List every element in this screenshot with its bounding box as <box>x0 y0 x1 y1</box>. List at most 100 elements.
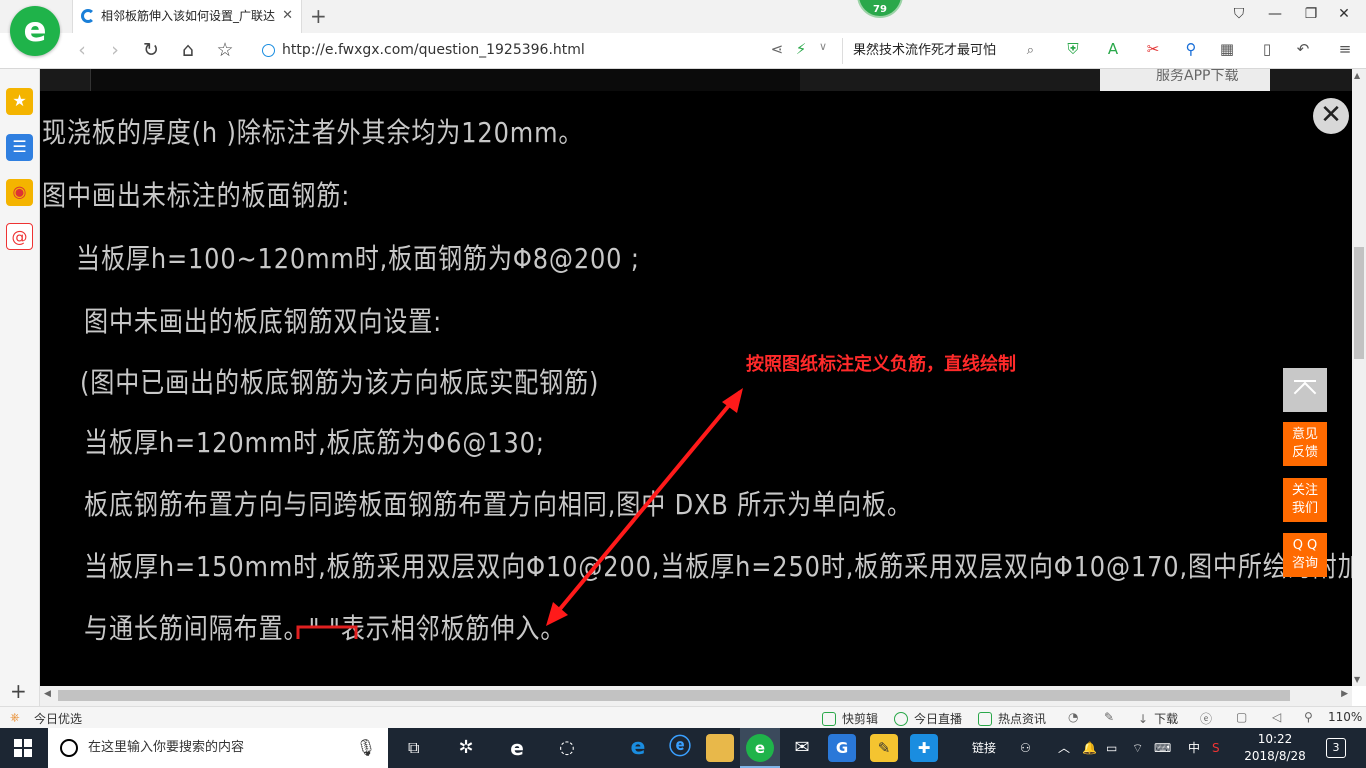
ie-mode-icon[interactable]: ⓔ <box>1200 710 1212 727</box>
clock-time: 10:22 <box>1257 732 1293 746</box>
video-icon <box>822 712 836 726</box>
spiral-app-icon[interactable]: ◌ <box>553 734 581 762</box>
translate-icon[interactable]: A <box>1102 40 1124 58</box>
window-icon[interactable]: ▢ <box>1236 710 1247 724</box>
notification-bell-icon[interactable]: 🔔 <box>1082 728 1097 768</box>
plus-app-icon[interactable]: ✚ <box>910 734 938 762</box>
minimize-button[interactable]: — <box>1263 6 1287 22</box>
start-windows-icon[interactable] <box>14 739 32 757</box>
active-browser-tab[interactable]: e <box>740 728 780 768</box>
fan-app-icon[interactable]: ✲ <box>452 734 480 762</box>
system-clock[interactable]: 10:22 2018/8/28 <box>1240 731 1310 765</box>
news-link[interactable]: 热点资讯 <box>978 710 1046 727</box>
forward-button[interactable]: › <box>103 39 127 61</box>
share-icon[interactable]: ⋖ <box>766 40 788 58</box>
gift-icon: ⎈ <box>10 710 20 724</box>
pin-button[interactable]: ⛉ <box>1227 6 1251 22</box>
vertical-scrollbar[interactable]: ▲ ▼ <box>1352 69 1366 686</box>
ime-indicator[interactable]: 中 <box>1188 728 1200 768</box>
shield-icon[interactable]: ⛨ <box>1062 40 1084 58</box>
scroll-left-arrow-icon[interactable]: ◀ <box>44 689 51 699</box>
microphone-icon[interactable]: 🎙 <box>356 728 376 768</box>
taskbar-search-box[interactable]: 在这里输入你要搜索的内容 🎙 <box>48 728 388 768</box>
windows-taskbar: 在这里输入你要搜索的内容 🎙 ⧉ ✲ e ◌ e ⓔ e ✉ G ✎ ✚ 链接 … <box>0 728 1366 768</box>
tab-close-button[interactable]: ✕ <box>282 0 293 32</box>
double-arrow-line <box>548 390 742 623</box>
mail-app-icon[interactable]: ✉ <box>788 734 816 762</box>
clock-date: 2018/8/28 <box>1244 749 1306 763</box>
menu-icon[interactable]: ≡ <box>1334 40 1356 58</box>
scroll-down-arrow-icon[interactable]: ▼ <box>1354 675 1360 684</box>
vertical-scroll-thumb[interactable] <box>1354 247 1364 359</box>
rebar-symbol <box>296 625 358 639</box>
tray-expand-icon[interactable]: ︿ <box>1058 728 1070 768</box>
search-text: 果然技术流作死才最可怕 <box>853 43 997 58</box>
home-button[interactable]: ⌂ <box>176 39 200 61</box>
e-favicon-icon <box>81 9 95 23</box>
reading-list-icon[interactable]: ☰ <box>6 134 33 161</box>
tab-current[interactable]: 相邻板筋伸入该如何设置_广联达 ✕ <box>72 0 302 33</box>
close-window-button[interactable]: ✕ <box>1332 6 1356 22</box>
browser-logo-icon[interactable]: e <box>10 6 60 56</box>
speed-icon[interactable]: ◔ <box>1068 710 1078 724</box>
tablet-icon[interactable]: ▯ <box>1256 40 1278 58</box>
undo-icon[interactable]: ↶ <box>1292 40 1314 58</box>
favorite-button[interactable]: ☆ <box>213 39 237 61</box>
weibo-icon[interactable]: ◉ <box>6 179 33 206</box>
search-placeholder: 在这里输入你要搜索的内容 <box>88 740 245 755</box>
score-badge[interactable]: 79 <box>857 0 903 18</box>
zoom-icon[interactable]: ⚲ <box>1304 710 1313 724</box>
notes-app-icon[interactable]: ✎ <box>870 734 898 762</box>
chevron-down-icon[interactable]: ∨ <box>812 40 834 53</box>
scissors-icon[interactable]: ✂ <box>1142 40 1164 58</box>
ie-icon[interactable]: ⓔ <box>666 734 694 762</box>
magnifier-icon[interactable]: ⚲ <box>1180 40 1202 58</box>
sound-icon[interactable]: ◁ <box>1272 710 1281 724</box>
task-view-icon[interactable]: ⧉ <box>408 728 419 768</box>
favorites-star-icon[interactable]: ★ <box>6 88 33 115</box>
refresh-button[interactable]: ↻ <box>139 39 163 61</box>
back-button[interactable]: ‹ <box>70 39 94 61</box>
wifi-icon[interactable]: ⌔ <box>1132 728 1143 768</box>
new-tab-button[interactable]: + <box>310 4 327 28</box>
horizontal-scroll-thumb[interactable] <box>58 690 1290 701</box>
horizontal-scrollbar[interactable]: ◀ ▶ <box>40 686 1352 706</box>
restore-button[interactable]: ❐ <box>1299 6 1323 22</box>
feedback-label-2: 反馈 <box>1291 445 1318 460</box>
links-toolbar[interactable]: 链接 <box>972 728 996 768</box>
pin-icon[interactable]: ✎ <box>1104 710 1114 724</box>
zoom-level[interactable]: 110% <box>1328 710 1362 724</box>
today-picks-link[interactable]: 今日优选 <box>34 710 82 727</box>
keyboard-icon[interactable]: ⌨ <box>1154 728 1171 768</box>
news-icon <box>978 712 992 726</box>
edge-icon[interactable]: e <box>503 734 531 762</box>
action-center-icon[interactable]: 3 <box>1326 738 1346 758</box>
file-explorer-icon[interactable] <box>706 734 734 762</box>
scroll-up-arrow-icon[interactable]: ▲ <box>1354 71 1360 80</box>
people-icon[interactable]: ⚇ <box>1020 728 1031 768</box>
qq-consult-button[interactable]: Q Q 咨询 <box>1283 533 1327 577</box>
edge-blue-icon[interactable]: e <box>624 734 652 762</box>
mail-icon[interactable]: @ <box>6 223 33 250</box>
address-bar[interactable]: http://e.fwxgx.com/question_1925396.html <box>258 38 838 64</box>
browser-window: 相邻板筋伸入该如何设置_广联达 ✕ + 79 ⛉ — ❐ ✕ e ‹ › ↻ ⌂… <box>0 0 1366 768</box>
search-input[interactable]: 果然技术流作死才最可怕 ⌕ <box>842 38 1042 64</box>
lightning-icon[interactable]: ⚡ <box>790 40 812 58</box>
power-icon[interactable]: ▭ <box>1106 728 1117 768</box>
cad-image-viewer: 服务APP下载 现浇板的厚度(h )除标注者外其余均为120mm。 图中画出未标… <box>40 69 1352 686</box>
apps-grid-icon[interactable]: ▦ <box>1216 40 1238 58</box>
scroll-right-arrow-icon[interactable]: ▶ <box>1341 689 1348 699</box>
live-link[interactable]: 今日直播 <box>894 710 962 727</box>
sidebar-add-button[interactable]: + <box>10 679 27 703</box>
follow-us-button[interactable]: 关注 我们 <box>1283 478 1327 522</box>
quick-edit-link[interactable]: 快剪辑 <box>822 710 878 727</box>
search-icon[interactable]: ⌕ <box>1027 38 1034 63</box>
download-link[interactable]: ↓ 下载 <box>1138 710 1178 727</box>
back-to-top-button[interactable] <box>1283 368 1327 412</box>
follow-label-1: 关注 <box>1291 483 1318 498</box>
sogou-icon[interactable]: S <box>1212 728 1220 768</box>
feedback-button[interactable]: 意见 反馈 <box>1283 422 1327 466</box>
g-app-icon[interactable]: G <box>828 734 856 762</box>
title-bar: 相邻板筋伸入该如何设置_广联达 ✕ + 79 ⛉ — ❐ ✕ <box>0 0 1366 33</box>
close-viewer-button[interactable]: ✕ <box>1313 98 1349 134</box>
